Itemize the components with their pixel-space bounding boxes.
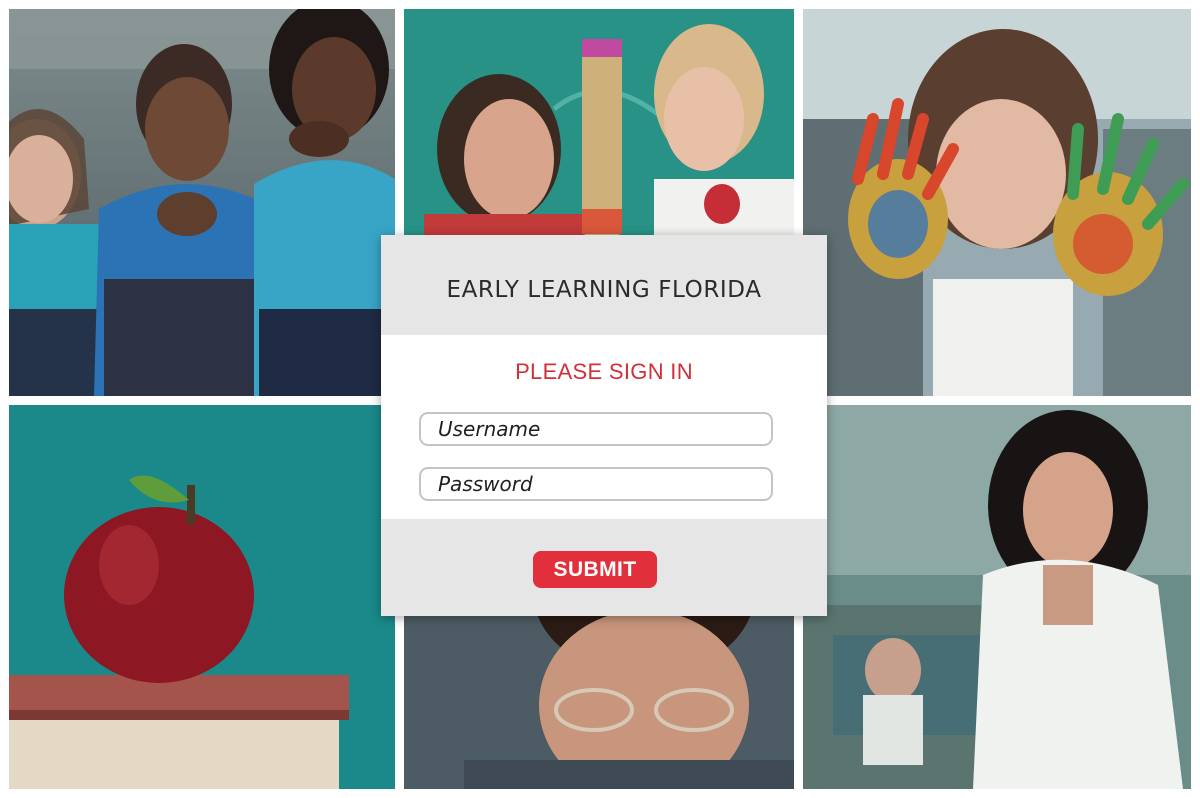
- app-title: EARLY LEARNING FLORIDA: [446, 277, 762, 303]
- login-footer: SUBMIT: [381, 519, 827, 616]
- sign-in-heading: PLEASE SIGN IN: [515, 359, 693, 384]
- smiling-teacher-photo: [803, 405, 1191, 789]
- submit-button[interactable]: SUBMIT: [533, 551, 657, 588]
- login-form: PLEASE SIGN IN: [381, 335, 827, 519]
- username-field[interactable]: [419, 412, 773, 446]
- login-panel: EARLY LEARNING FLORIDA PLEASE SIGN IN SU…: [381, 235, 827, 616]
- login-header: EARLY LEARNING FLORIDA: [381, 235, 827, 335]
- children-sitting-photo: [9, 9, 395, 396]
- password-input[interactable]: [421, 469, 771, 499]
- apple-on-books-photo: [9, 405, 395, 789]
- username-input[interactable]: [421, 414, 771, 444]
- painted-hands-girl-photo: [803, 9, 1191, 396]
- password-field[interactable]: [419, 467, 773, 501]
